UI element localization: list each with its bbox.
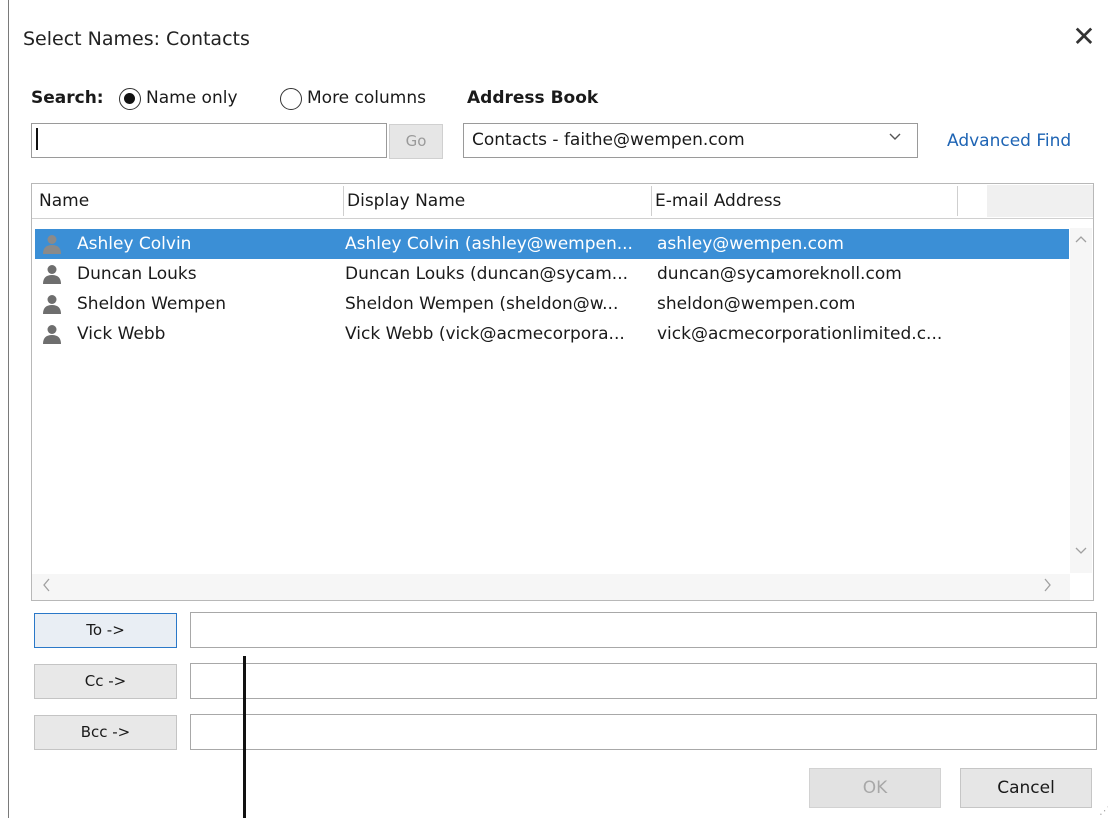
- name-only-radio[interactable]: [119, 88, 141, 110]
- column-header-display-name[interactable]: Display Name: [347, 184, 651, 218]
- header-divider: [32, 218, 1093, 219]
- resize-grip-icon[interactable]: ⋰: [1099, 804, 1108, 817]
- bcc-button[interactable]: Bcc ->: [34, 715, 177, 750]
- more-columns-radio[interactable]: [280, 88, 302, 110]
- close-icon[interactable]: ✕: [1069, 20, 1099, 54]
- table-row[interactable]: Duncan Louks Duncan Louks (duncan@sycam.…: [35, 259, 1069, 289]
- text-caret: [36, 128, 38, 150]
- cc-button[interactable]: Cc ->: [34, 664, 177, 699]
- person-icon: [43, 295, 61, 314]
- address-book-label: Address Book: [467, 88, 599, 108]
- search-label: Search:: [31, 88, 104, 108]
- table-row[interactable]: Vick Webb Vick Webb (vick@acmecorpora...…: [35, 319, 1069, 349]
- scroll-down-icon[interactable]: [1075, 544, 1087, 560]
- table-row[interactable]: Sheldon Wempen Sheldon Wempen (sheldon@w…: [35, 289, 1069, 319]
- horizontal-scrollbar[interactable]: [32, 574, 1070, 600]
- address-book-selected: Contacts - faithe@wempen.com: [472, 130, 745, 150]
- chevron-down-icon[interactable]: [887, 128, 903, 148]
- scroll-right-icon[interactable]: [1043, 577, 1053, 596]
- column-header-name[interactable]: Name: [39, 184, 343, 218]
- column-header-email[interactable]: E-mail Address: [655, 184, 955, 218]
- cell-name: Vick Webb: [77, 324, 166, 344]
- person-icon: [43, 325, 61, 344]
- cell-display-name: Sheldon Wempen (sheldon@w...: [345, 294, 619, 314]
- person-icon: [43, 235, 61, 254]
- go-button[interactable]: Go: [389, 124, 443, 159]
- cell-email: sheldon@wempen.com: [657, 294, 856, 314]
- cell-email: ashley@wempen.com: [657, 234, 844, 254]
- cell-display-name: Vick Webb (vick@acmecorpora...: [345, 324, 625, 344]
- scroll-left-icon[interactable]: [41, 577, 51, 596]
- callout-line: [243, 656, 246, 818]
- to-button[interactable]: To ->: [34, 613, 177, 648]
- cc-field[interactable]: [190, 663, 1097, 699]
- column-header-extra: [987, 185, 1093, 217]
- bcc-field[interactable]: [190, 714, 1097, 750]
- select-names-dialog: Select Names: Contacts ✕ Search: Name on…: [8, 0, 1108, 818]
- cell-email: vick@acmecorporationlimited.c...: [657, 324, 943, 344]
- vertical-scrollbar[interactable]: [1070, 228, 1092, 573]
- cell-display-name: Ashley Colvin (ashley@wempen...: [345, 234, 633, 254]
- ok-button[interactable]: OK: [809, 768, 941, 808]
- cell-email: duncan@sycamoreknoll.com: [657, 264, 902, 284]
- cell-display-name: Duncan Louks (duncan@sycam...: [345, 264, 628, 284]
- cancel-button[interactable]: Cancel: [960, 768, 1092, 808]
- advanced-find-link[interactable]: Advanced Find: [947, 131, 1071, 151]
- column-divider[interactable]: [343, 186, 344, 216]
- cell-name: Sheldon Wempen: [77, 294, 226, 314]
- table-row[interactable]: Ashley Colvin Ashley Colvin (ashley@wemp…: [35, 229, 1069, 259]
- column-divider[interactable]: [957, 186, 958, 216]
- person-icon: [43, 265, 61, 284]
- cell-name: Duncan Louks: [77, 264, 197, 284]
- cell-name: Ashley Colvin: [77, 234, 192, 254]
- column-divider[interactable]: [651, 186, 652, 216]
- scroll-up-icon[interactable]: [1075, 232, 1087, 248]
- more-columns-label[interactable]: More columns: [307, 88, 426, 108]
- search-input[interactable]: [31, 123, 387, 158]
- to-field[interactable]: [190, 612, 1097, 648]
- dialog-title: Select Names: Contacts: [23, 28, 250, 50]
- name-only-label[interactable]: Name only: [146, 88, 238, 108]
